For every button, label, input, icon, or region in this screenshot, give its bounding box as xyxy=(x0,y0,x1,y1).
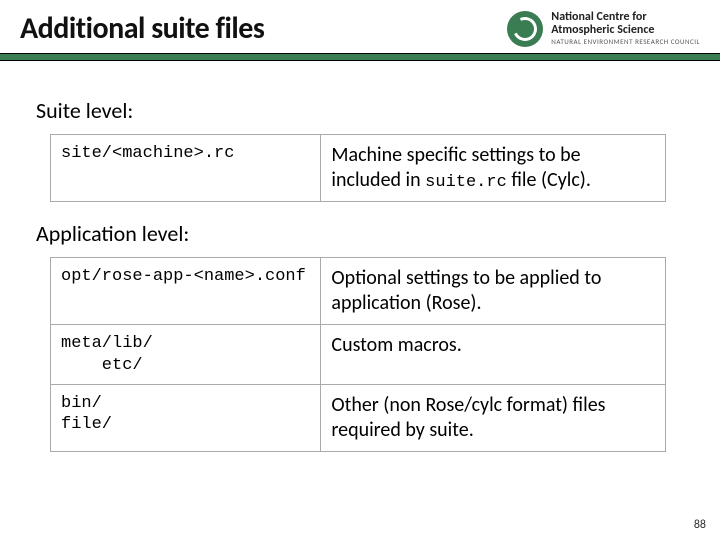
suite-level-table: site/<machine>.rc Machine specific setti… xyxy=(50,134,666,202)
file-desc-cell: Custom macros. xyxy=(321,325,665,385)
table-row: site/<machine>.rc Machine specific setti… xyxy=(51,135,666,202)
org-logo-text: National Centre for Atmospheric Science … xyxy=(551,11,700,46)
file-path-cell: site/<machine>.rc xyxy=(51,135,321,202)
org-name-line1: National Centre for xyxy=(551,11,700,24)
application-level-label: Application level: xyxy=(36,220,684,247)
org-logo-icon xyxy=(507,11,543,47)
slide-title: Additional suite files xyxy=(20,10,264,47)
slide-body: Suite level: site/<machine>.rc Machine s… xyxy=(0,61,720,452)
file-desc-cell: Machine specific settings to be included… xyxy=(321,135,665,202)
header-divider xyxy=(0,53,720,61)
inline-code: suite.rc xyxy=(425,173,507,192)
org-logo: National Centre for Atmospheric Science … xyxy=(507,11,700,47)
table-row: opt/rose-app-<name>.conf Optional settin… xyxy=(51,258,666,325)
file-path-cell: opt/rose-app-<name>.conf xyxy=(51,258,321,325)
slide: Additional suite files National Centre f… xyxy=(0,0,720,540)
file-desc-cell: Other (non Rose/cylc format) files requi… xyxy=(321,384,665,451)
slide-header: Additional suite files National Centre f… xyxy=(0,0,720,53)
org-name-line2: Atmospheric Science xyxy=(551,24,700,37)
file-path-cell: meta/lib/ etc/ xyxy=(51,325,321,385)
file-desc-cell: Optional settings to be applied to appli… xyxy=(321,258,665,325)
org-name-line3: NATURAL ENVIRONMENT RESEARCH COUNCIL xyxy=(551,38,700,45)
page-number: 88 xyxy=(694,518,706,532)
suite-level-label: Suite level: xyxy=(36,97,684,124)
table-row: bin/ file/ Other (non Rose/cylc format) … xyxy=(51,384,666,451)
application-level-table: opt/rose-app-<name>.conf Optional settin… xyxy=(50,257,666,452)
file-path-cell: bin/ file/ xyxy=(51,384,321,451)
desc-text: file (Cylc). xyxy=(507,168,591,192)
table-row: meta/lib/ etc/ Custom macros. xyxy=(51,325,666,385)
